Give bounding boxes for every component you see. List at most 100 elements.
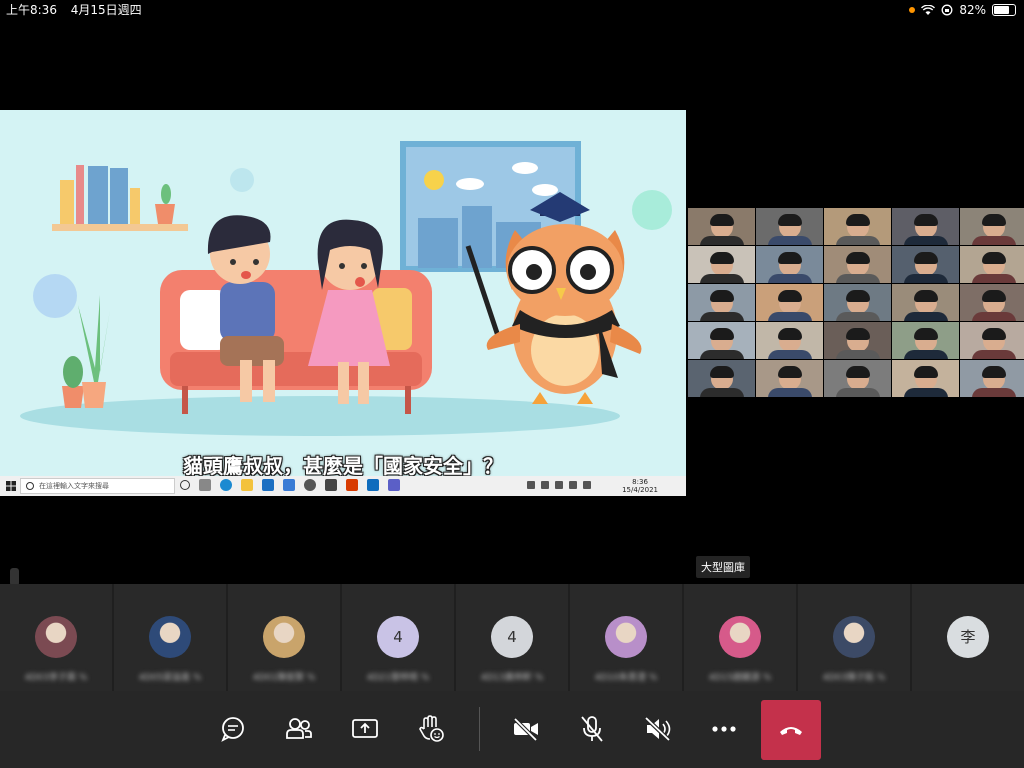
video-thumbnail[interactable] <box>756 360 823 397</box>
video-thumbnail[interactable] <box>892 322 959 359</box>
participant-body <box>700 236 744 245</box>
video-thumbnail[interactable] <box>960 246 1024 283</box>
video-thumbnail[interactable] <box>756 208 823 245</box>
tray-network-icon[interactable] <box>541 481 549 489</box>
participant-hair <box>982 290 1006 302</box>
video-thumbnail[interactable] <box>892 360 959 397</box>
share-button[interactable] <box>345 711 385 747</box>
video-thumbnail[interactable] <box>756 284 823 321</box>
participant-body <box>904 236 948 245</box>
participant-hair <box>778 366 802 378</box>
participant-hair <box>710 214 734 226</box>
participant-tile[interactable]: 李 <box>912 584 1024 691</box>
speaker-toggle-button[interactable] <box>638 711 678 747</box>
participant-body <box>904 388 948 397</box>
participant-name: 4D01陳俊賢 % <box>252 673 316 683</box>
tray-volume-icon[interactable] <box>569 481 577 489</box>
participant-body <box>768 388 812 397</box>
settings-icon[interactable] <box>304 479 316 491</box>
participant-tile[interactable]: 4D10朱恩澄 % <box>570 584 682 691</box>
video-thumbnail[interactable] <box>688 246 755 283</box>
video-thumbnail[interactable] <box>688 322 755 359</box>
video-thumbnail[interactable] <box>960 284 1024 321</box>
participant-tile[interactable]: 4D03李子霖 % <box>0 584 112 691</box>
store-icon[interactable] <box>283 479 295 491</box>
participant-tile[interactable]: 4D01陳俊賢 % <box>228 584 340 691</box>
participant-body <box>700 350 744 359</box>
taskbar-clock[interactable]: 8:36 15/4/2021 <box>622 478 658 494</box>
more-options-button[interactable] <box>704 711 744 747</box>
participant-body <box>836 236 880 245</box>
participant-body <box>972 388 1016 397</box>
participant-tile[interactable]: 4D15趙鍵源 % <box>684 584 796 691</box>
cortana-icon[interactable] <box>180 480 190 490</box>
video-thumbnail[interactable] <box>960 322 1024 359</box>
mic-off-icon <box>581 716 603 742</box>
search-icon <box>26 482 34 490</box>
video-thumbnail[interactable] <box>688 208 755 245</box>
taskbar-clock-time: 8:36 <box>632 478 648 486</box>
chat-icon <box>221 717 244 742</box>
video-thumbnail[interactable] <box>892 246 959 283</box>
participant-name: 4D03李子霖 % <box>24 673 88 683</box>
feedback-icon[interactable] <box>325 479 337 491</box>
call-controls <box>0 691 1024 768</box>
participant-hair <box>914 366 938 378</box>
avatar: 4 <box>491 616 533 658</box>
camera-toggle-button[interactable] <box>506 711 546 747</box>
outlook-icon[interactable] <box>367 479 379 491</box>
participant-body <box>972 274 1016 283</box>
video-thumbnail[interactable] <box>892 284 959 321</box>
video-thumbnail[interactable] <box>824 208 891 245</box>
windows-start-icon[interactable] <box>6 481 16 491</box>
video-thumbnail[interactable] <box>688 284 755 321</box>
participant-hair <box>982 252 1006 264</box>
participant-body <box>768 350 812 359</box>
status-bar: 上午8:36 4月15日週四 82% <box>0 0 1024 20</box>
video-thumbnail[interactable] <box>824 284 891 321</box>
teams-icon[interactable] <box>388 479 400 491</box>
hang-up-button[interactable] <box>761 700 821 760</box>
video-thumbnail[interactable] <box>688 360 755 397</box>
camera-off-icon <box>513 717 538 741</box>
participant-tile[interactable]: 4 4D21黎梓晴 % <box>342 584 454 691</box>
taskbar-search-box[interactable]: 在這裡輸入文字來搜尋 <box>20 478 175 494</box>
video-thumbnail[interactable] <box>892 208 959 245</box>
edge-icon[interactable] <box>220 479 232 491</box>
participant-body <box>972 312 1016 321</box>
participant-body <box>768 274 812 283</box>
mail-icon[interactable] <box>262 479 274 491</box>
large-gallery-pane <box>688 20 1024 584</box>
participant-tile[interactable]: 4D03陳子銘 % <box>798 584 910 691</box>
participant-hair <box>846 214 870 226</box>
participant-tile[interactable]: 4 4D13黃梓軒 % <box>456 584 568 691</box>
video-grid <box>688 208 1024 397</box>
video-thumbnail[interactable] <box>960 360 1024 397</box>
participant-tile[interactable]: 4D05梁溢進 % <box>114 584 226 691</box>
file-explorer-icon[interactable] <box>241 479 253 491</box>
video-thumbnail[interactable] <box>756 322 823 359</box>
participants-button[interactable] <box>279 711 319 747</box>
tray-battery-icon[interactable] <box>555 481 563 489</box>
tray-ime-icon[interactable] <box>583 481 591 489</box>
taskbar-clock-date: 15/4/2021 <box>622 486 658 494</box>
mic-in-use-indicator-icon <box>909 7 916 13</box>
mic-toggle-button[interactable] <box>572 711 612 747</box>
video-thumbnail[interactable] <box>824 322 891 359</box>
video-thumbnail[interactable] <box>756 246 823 283</box>
video-thumbnail[interactable] <box>824 360 891 397</box>
video-thumbnail[interactable] <box>960 208 1024 245</box>
more-icon <box>712 726 736 732</box>
participant-body <box>768 312 812 321</box>
status-date: 4月15日週四 <box>70 3 142 17</box>
avatar <box>833 616 875 658</box>
reactions-button[interactable] <box>411 711 451 747</box>
chat-button[interactable] <box>213 711 253 747</box>
participant-hair <box>982 214 1006 226</box>
participant-body <box>972 350 1016 359</box>
avatar <box>263 616 305 658</box>
office-icon[interactable] <box>346 479 358 491</box>
video-thumbnail[interactable] <box>824 246 891 283</box>
tray-arrow-icon[interactable] <box>527 481 535 489</box>
task-view-icon[interactable] <box>199 479 211 491</box>
